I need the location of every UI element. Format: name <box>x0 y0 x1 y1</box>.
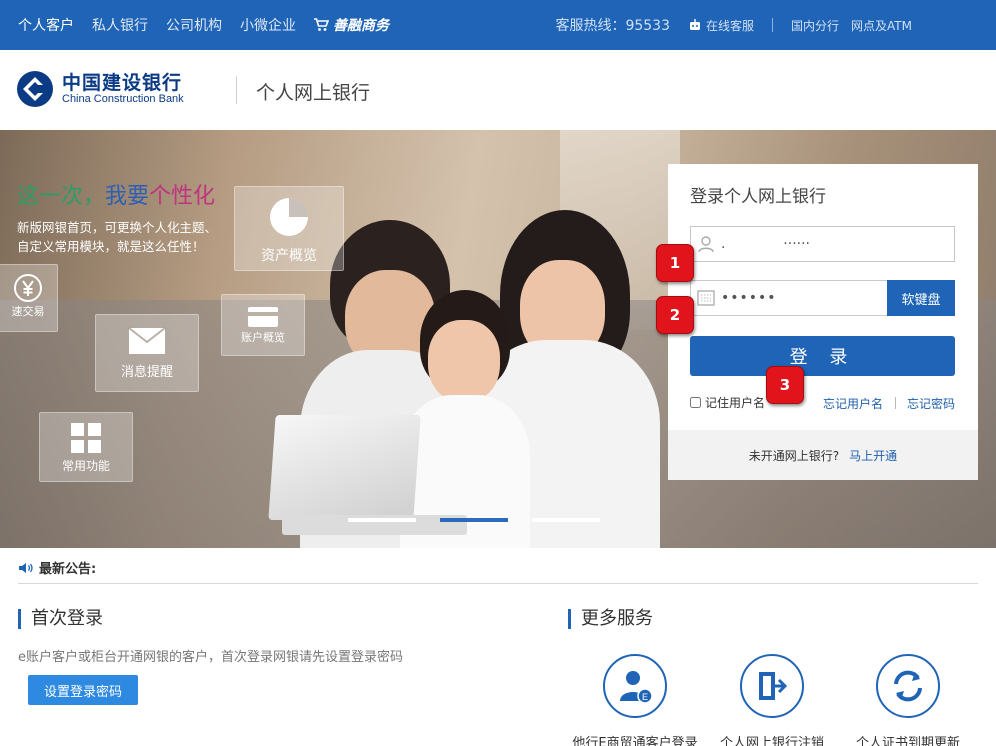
tile-account-overview[interactable]: 账户概览 <box>221 294 305 356</box>
card-icon <box>248 307 278 327</box>
service-other-bank-login[interactable]: E 他行E商贸通客户登录 <box>570 654 700 746</box>
tile-asset-overview[interactable]: 资产概览 <box>234 186 344 271</box>
nav-small-business[interactable]: 小微企业 <box>240 15 296 35</box>
pie-chart-icon <box>270 198 308 236</box>
bank-name-cn: 中国建设银行 <box>62 72 183 94</box>
user-e-icon: E <box>620 671 653 704</box>
first-login-title: 首次登录 <box>18 609 103 629</box>
login-button[interactable]: 登 录 <box>690 336 955 376</box>
nav-corporate[interactable]: 公司机构 <box>166 15 222 35</box>
link-branches-atm[interactable]: 网点及ATM <box>851 17 912 34</box>
page-title: 个人网上银行 <box>256 82 371 104</box>
password-input[interactable] <box>721 282 881 314</box>
tile-common-functions[interactable]: 常用功能 <box>39 412 133 482</box>
slide-dot-1[interactable] <box>348 518 416 522</box>
divider <box>772 18 774 32</box>
bank-name-en: China Construction Bank <box>62 93 184 105</box>
service-cancel-online-banking[interactable]: 个人网上银行注销 <box>707 654 837 746</box>
logout-icon <box>759 672 788 700</box>
username-input[interactable] <box>721 228 941 260</box>
banner-subtitle: 新版网银首页，可更换个人化主题、自定义常用模块，就是这么任性！ <box>17 220 218 254</box>
forgot-username-link[interactable]: 忘记用户名 <box>823 395 883 412</box>
nav-private-banking[interactable]: 私人银行 <box>92 15 148 35</box>
annotation-marker-3: 3 <box>766 366 804 404</box>
svg-text:E: E <box>642 692 648 702</box>
username-field[interactable] <box>690 226 955 262</box>
cart-icon <box>314 18 329 31</box>
announcement-bar: 最新公告: <box>18 558 96 577</box>
online-service[interactable]: 在线客服 <box>688 17 754 34</box>
yen-icon <box>14 274 42 302</box>
banner-slider-dots <box>348 518 624 522</box>
first-login-desc: e账户客户或柜台开通网银的客户，首次登录网银请先设置登录密码 <box>18 650 403 665</box>
soft-keyboard-button[interactable]: 软键盘 <box>887 280 955 316</box>
top-right-links: 客服热线：95533 在线客服 国内分行 网点及ATM <box>555 0 996 50</box>
grid-icon <box>71 423 101 453</box>
top-nav-bar: 个人客户 私人银行 公司机构 小微企业 善融商务 客服热线：95533 在线客服… <box>0 0 996 50</box>
more-services-title: 更多服务 <box>568 609 653 629</box>
login-footer: 未开通网上银行? 马上开通 <box>668 430 978 480</box>
ccb-logo-icon <box>17 71 53 107</box>
speaker-icon <box>19 562 33 573</box>
announcement-label: 最新公告: <box>39 562 97 577</box>
refresh-icon <box>894 670 922 702</box>
slide-dot-2[interactable] <box>440 518 508 522</box>
divider <box>895 397 896 409</box>
header: 中国建设银行 China Construction Bank 个人网上银行 <box>0 50 996 130</box>
divider <box>18 583 978 584</box>
nav-shop[interactable]: 善融商务 <box>314 15 389 35</box>
open-now-link[interactable]: 马上开通 <box>849 447 897 464</box>
user-icon <box>691 227 721 261</box>
online-service-label: 在线客服 <box>706 18 755 33</box>
forgot-password-link[interactable]: 忘记密码 <box>907 395 955 412</box>
annotation-marker-2: 2 <box>656 296 694 334</box>
tile-quick-trade[interactable]: 速交易 <box>0 264 58 332</box>
tile-message-alert[interactable]: 消息提醒 <box>95 314 199 392</box>
not-open-text: 未开通网上银行? <box>748 448 840 463</box>
remember-checkbox[interactable] <box>690 397 701 408</box>
remember-label: 记住用户名 <box>705 396 766 410</box>
bank-logo[interactable]: 中国建设银行 China Construction Bank <box>16 70 184 108</box>
nav-shop-label: 善融商务 <box>333 18 389 34</box>
login-title: 登录个人网上银行 <box>690 187 826 207</box>
top-nav: 个人客户 私人银行 公司机构 小微企业 善融商务 <box>18 0 389 50</box>
login-panel: 登录个人网上银行 软键盘 登 录 记住用户名 忘记用户名 忘记密码 未开通网上银… <box>668 164 978 480</box>
slide-dot-3[interactable] <box>532 518 600 522</box>
keyboard-icon <box>691 281 721 315</box>
remember-username[interactable]: 记住用户名 <box>690 394 765 411</box>
header-divider <box>236 76 237 104</box>
robot-icon <box>690 19 700 30</box>
hotline: 客服热线：95533 <box>555 18 670 34</box>
banner-slogan: 这一次，我要个性化 <box>17 184 216 209</box>
annotation-marker-1: 1 <box>656 244 694 282</box>
nav-personal[interactable]: 个人客户 <box>18 15 74 35</box>
password-field[interactable] <box>690 280 888 316</box>
envelope-icon <box>128 327 166 354</box>
set-login-password-button[interactable]: 设置登录密码 <box>28 675 138 705</box>
link-domestic-branch[interactable]: 国内分行 <box>791 17 839 34</box>
service-certificate-renew[interactable]: 个人证书到期更新 <box>843 654 973 746</box>
